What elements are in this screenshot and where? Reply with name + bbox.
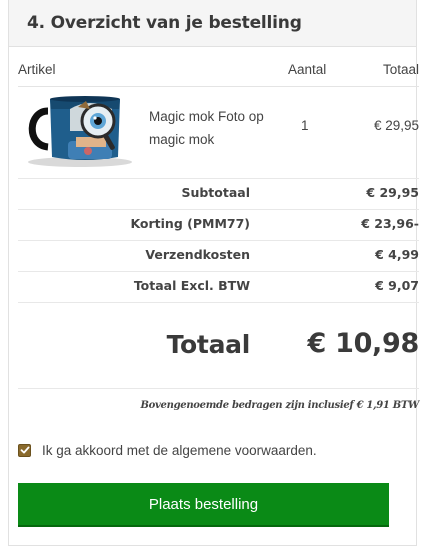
summary-label: Totaal Excl. BTW (133, 278, 250, 293)
product-quantity: 1 (301, 118, 309, 133)
column-header-quantity: Aantal (288, 62, 327, 77)
product-price: € 29,95 (373, 118, 419, 133)
summary-row-shipping: Verzendkosten € 4,99 (18, 240, 419, 270)
product-image[interactable] (20, 89, 138, 169)
grand-total-label: Totaal (166, 330, 251, 359)
summary-row-discount: Korting (PMM77) € 23,96- (18, 209, 419, 239)
terms-checkbox[interactable] (18, 443, 31, 457)
column-header-article: Artikel (18, 62, 56, 77)
terms-label[interactable]: Ik ga akkoord met de algemene voorwaarde… (42, 443, 317, 458)
summary-value: € 9,07 (375, 278, 419, 293)
checkmark-icon (20, 446, 29, 454)
product-name[interactable]: Magic mok Foto op magic mok (149, 105, 279, 151)
magic-mug-photo-icon (28, 96, 132, 167)
summary-value: € 4,99 (375, 247, 419, 262)
column-header-total: Totaal (382, 62, 419, 77)
summary-value: € 29,95 (366, 185, 419, 200)
divider (18, 302, 419, 303)
summary-value: € 23,96- (361, 216, 419, 231)
summary-row-total-excl-vat: Totaal Excl. BTW € 9,07 (18, 271, 419, 301)
table-row: Magic mok Foto op magic mok 1 € 29,95 (18, 87, 419, 177)
place-order-button[interactable]: Plaats bestelling (18, 483, 389, 527)
summary-label: Subtotaal (181, 185, 250, 200)
vat-note: Bovengenoemde bedragen zijn inclusief € … (140, 400, 420, 411)
summary-row-subtotal: Subtotaal € 29,95 (18, 178, 419, 208)
summary-label: Korting (PMM77) (130, 216, 250, 231)
divider (18, 388, 419, 389)
table-header: Artikel Aantal Totaal (18, 62, 419, 82)
grand-total-row: Totaal € 10,98 (18, 320, 420, 370)
terms-agreement[interactable]: Ik ga akkoord met de algemene voorwaarde… (18, 440, 317, 460)
section-header: 4. Overzicht van je bestelling (9, 0, 416, 47)
grand-total-value: € 10,98 (307, 328, 420, 359)
summary-label: Verzendkosten (145, 247, 250, 262)
section-title: 4. Overzicht van je bestelling (27, 13, 302, 33)
